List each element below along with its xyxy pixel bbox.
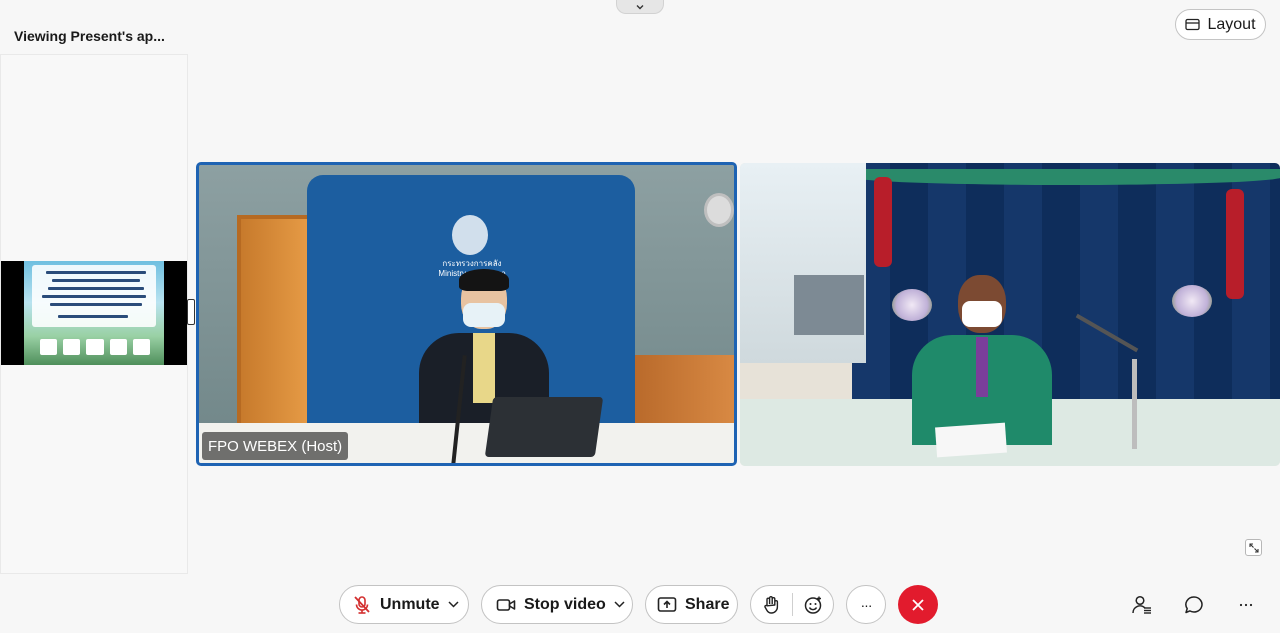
share-button[interactable]: Share: [645, 585, 738, 624]
stop-video-label: Stop video: [524, 595, 606, 613]
shared-content-thumbnail[interactable]: [1, 261, 187, 365]
chat-icon: [1185, 596, 1203, 614]
overflow-menu-button[interactable]: [1233, 592, 1259, 618]
backdrop-org-name-th: กระทรวงการคลัง: [442, 259, 502, 268]
shared-slide-image: [24, 261, 164, 365]
more-options-button[interactable]: ···: [846, 585, 886, 624]
participant-name-tag: FPO WEBEX (Host): [202, 432, 349, 460]
emoji-reaction-icon: [804, 596, 821, 614]
participants-icon: [1132, 595, 1151, 614]
raise-hand-button[interactable]: [751, 586, 792, 623]
participants-button[interactable]: [1129, 592, 1155, 618]
expand-icon[interactable]: [1245, 539, 1262, 556]
reactions-group: [750, 585, 834, 624]
close-icon: [912, 598, 924, 611]
video-tile-host[interactable]: กระทรวงการคลัง Ministry of Finance FPO W…: [196, 162, 737, 466]
stop-video-button[interactable]: Stop video: [481, 585, 633, 624]
video-tile-participant[interactable]: [740, 163, 1280, 466]
leave-meeting-button[interactable]: [898, 585, 938, 624]
layout-icon: [1185, 18, 1201, 31]
panel-resize-handle[interactable]: [187, 299, 195, 325]
viewing-title: Viewing Present's ap...: [14, 28, 165, 44]
share-screen-icon: [657, 596, 677, 612]
chat-button[interactable]: [1181, 592, 1207, 618]
top-collapse-handle[interactable]: [616, 0, 664, 14]
share-label: Share: [685, 595, 730, 613]
layout-button[interactable]: Layout: [1175, 9, 1266, 40]
microphone-muted-icon: [354, 595, 370, 614]
unmute-button[interactable]: Unmute: [339, 585, 469, 624]
more-options-label: ···: [860, 596, 873, 613]
ministry-emblem: [452, 215, 488, 255]
layout-label: Layout: [1207, 15, 1256, 33]
raise-hand-icon: [764, 595, 779, 614]
video-camera-icon: [496, 598, 516, 611]
chevron-down-icon[interactable]: [448, 601, 459, 608]
reactions-button[interactable]: [792, 586, 833, 623]
more-options-icon: [1239, 603, 1253, 607]
chevron-down-icon[interactable]: [614, 601, 625, 608]
chevron-down-icon: [636, 4, 644, 9]
unmute-label: Unmute: [380, 595, 440, 613]
